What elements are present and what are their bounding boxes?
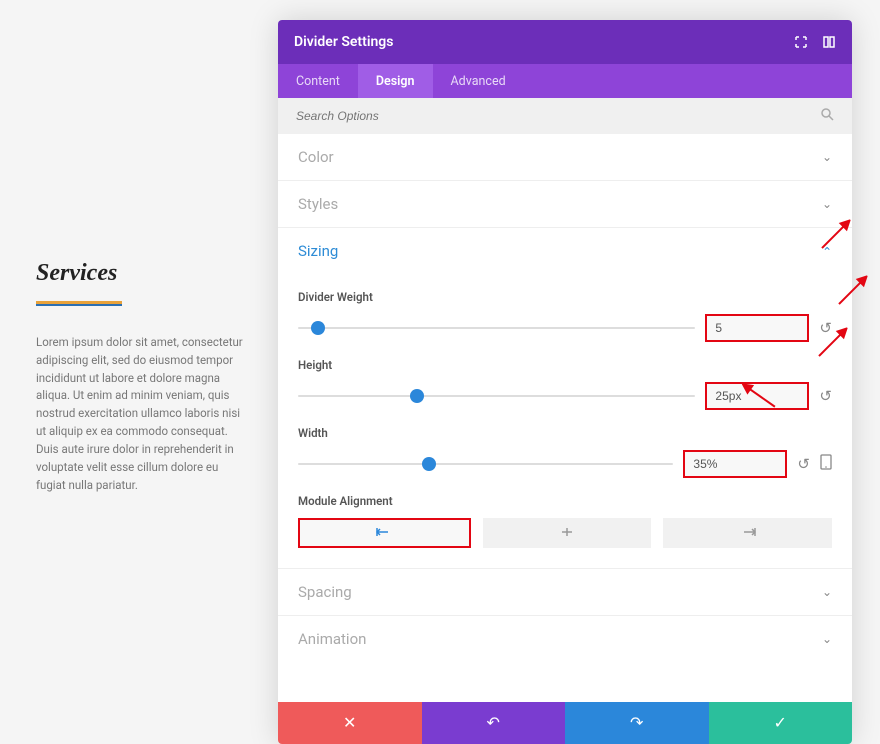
divider-weight-input[interactable] [705,314,809,342]
height-input[interactable] [705,382,809,410]
field-width: Width ↺ [298,426,832,478]
close-icon: ✕ [343,713,356,733]
check-icon: ✓ [774,713,787,733]
preview-heading: Services [36,260,246,287]
chevron-down-icon: ⌄ [822,585,832,599]
tab-design[interactable]: Design [358,64,433,98]
field-module-alignment: Module Alignment [298,494,832,548]
align-left-icon [376,526,392,540]
section-sizing[interactable]: Sizing ⌄ [278,228,852,274]
width-input[interactable] [683,450,787,478]
tab-bar: Content Design Advanced [278,64,852,98]
field-label: Module Alignment [298,494,832,508]
slider-thumb[interactable] [311,321,325,335]
divider-settings-modal: Divider Settings Content Design Advanced [278,20,852,744]
divider-weight-slider[interactable] [298,321,695,335]
chevron-up-icon: ⌄ [822,244,832,258]
undo-button[interactable]: ↶ [422,702,566,744]
field-label: Height [298,358,832,372]
redo-icon: ↷ [630,713,643,733]
section-animation[interactable]: Animation ⌄ [278,616,852,662]
tab-content[interactable]: Content [278,64,358,98]
height-slider[interactable] [298,389,695,403]
section-label: Color [298,148,334,166]
modal-title: Divider Settings [294,34,393,50]
section-spacing[interactable]: Spacing ⌄ [278,569,852,615]
chevron-down-icon: ⌄ [822,197,832,211]
section-styles[interactable]: Styles ⌄ [278,181,852,227]
reset-icon[interactable]: ↺ [819,319,832,337]
snap-icon[interactable] [822,35,836,49]
align-right-button[interactable] [663,518,832,548]
chevron-down-icon: ⌄ [822,632,832,646]
field-label: Divider Weight [298,290,832,304]
responsive-icon[interactable] [820,454,832,474]
width-slider[interactable] [298,457,673,471]
section-label: Sizing [298,242,338,260]
field-height: Height ↺ [298,358,832,410]
expand-icon[interactable] [794,35,808,49]
field-divider-weight: Divider Weight ↺ [298,290,832,342]
modal-footer: ✕ ↶ ↷ ✓ [278,702,852,744]
chevron-down-icon: ⌄ [822,150,832,164]
save-button[interactable]: ✓ [709,702,853,744]
preview-body: Lorem ipsum dolor sit amet, consectetur … [36,334,246,494]
slider-thumb[interactable] [410,389,424,403]
content-preview: Services Lorem ipsum dolor sit amet, con… [0,0,278,633]
align-center-button[interactable] [483,518,652,548]
undo-icon: ↶ [487,713,500,733]
cancel-button[interactable]: ✕ [278,702,422,744]
section-label: Styles [298,195,338,213]
align-center-icon [559,526,575,540]
align-left-button[interactable] [298,518,471,548]
align-right-icon [740,526,756,540]
search-icon[interactable] [821,108,834,124]
preview-divider [36,301,122,306]
modal-header: Divider Settings [278,20,852,64]
search-input[interactable] [296,109,453,123]
section-label: Spacing [298,583,352,601]
reset-icon[interactable]: ↺ [819,387,832,405]
search-row [278,98,852,134]
tab-advanced[interactable]: Advanced [433,64,524,98]
redo-button[interactable]: ↷ [565,702,709,744]
reset-icon[interactable]: ↺ [797,455,810,473]
field-label: Width [298,426,832,440]
slider-thumb[interactable] [422,457,436,471]
modal-body: Color ⌄ Styles ⌄ Sizing ⌄ Divider Weight [278,134,852,702]
section-color[interactable]: Color ⌄ [278,134,852,180]
